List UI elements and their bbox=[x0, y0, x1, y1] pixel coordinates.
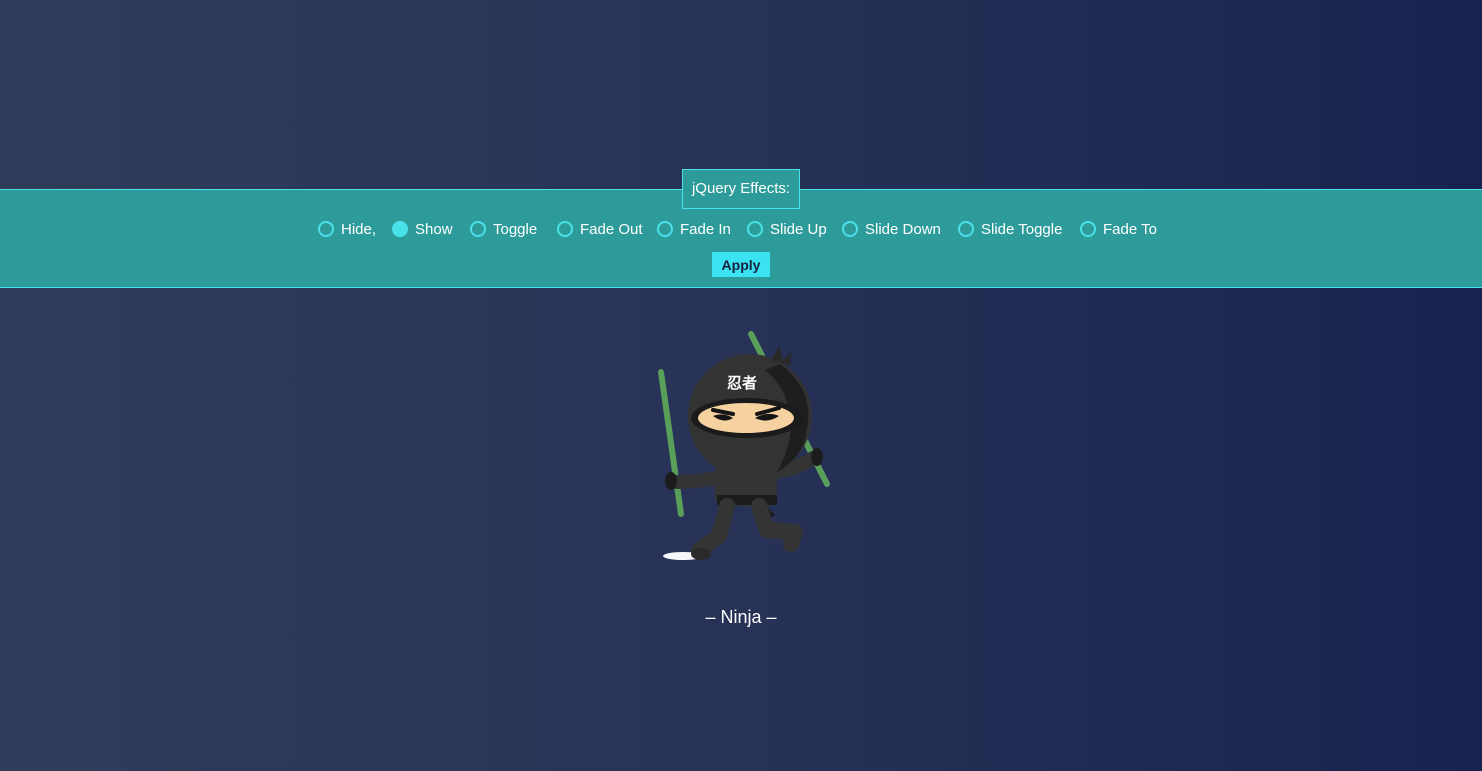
radio-label-slide-down: Slide Down bbox=[865, 220, 941, 238]
ninja-illustration: 忍者 bbox=[658, 331, 830, 560]
effects-radio-group: Hide, Show Toggle Fade Out Fade In Slide… bbox=[0, 217, 1482, 241]
radio-slide-up[interactable] bbox=[747, 221, 763, 237]
radio-label-hide: Hide, bbox=[341, 220, 377, 238]
radio-label-show: Show bbox=[415, 220, 453, 238]
radio-option-slide-toggle[interactable]: Slide Toggle bbox=[958, 217, 1062, 241]
radio-label-fade-out: Fade Out bbox=[580, 220, 643, 238]
radio-label-toggle: Toggle bbox=[493, 220, 538, 238]
effects-legend: jQuery Effects: bbox=[682, 169, 800, 209]
radio-option-slide-up[interactable]: Slide Up bbox=[747, 217, 827, 241]
radio-toggle[interactable] bbox=[470, 221, 486, 237]
apply-button[interactable]: Apply bbox=[712, 252, 770, 277]
headband-text: 忍者 bbox=[727, 374, 757, 392]
radio-slide-down[interactable] bbox=[842, 221, 858, 237]
radio-fade-to[interactable] bbox=[1080, 221, 1096, 237]
radio-label-fade-to: Fade To bbox=[1103, 220, 1157, 238]
radio-slide-toggle[interactable] bbox=[958, 221, 974, 237]
radio-hide[interactable] bbox=[318, 221, 334, 237]
radio-option-fade-to[interactable]: Fade To bbox=[1080, 217, 1157, 241]
radio-show[interactable] bbox=[392, 221, 408, 237]
radio-fade-out[interactable] bbox=[557, 221, 573, 237]
radio-option-slide-down[interactable]: Slide Down bbox=[842, 217, 941, 241]
radio-label-slide-up: Slide Up bbox=[770, 220, 827, 238]
radio-label-slide-toggle: Slide Toggle bbox=[981, 220, 1063, 238]
image-caption: – Ninja – bbox=[705, 607, 777, 627]
radio-option-fade-in[interactable]: Fade In bbox=[657, 217, 731, 241]
radio-option-hide[interactable]: Hide, bbox=[318, 217, 376, 241]
radio-option-show[interactable]: Show bbox=[392, 217, 453, 241]
radio-option-fade-out[interactable]: Fade Out bbox=[557, 217, 643, 241]
radio-option-toggle[interactable]: Toggle bbox=[470, 217, 537, 241]
radio-label-fade-in: Fade In bbox=[680, 220, 731, 238]
radio-fade-in[interactable] bbox=[657, 221, 673, 237]
